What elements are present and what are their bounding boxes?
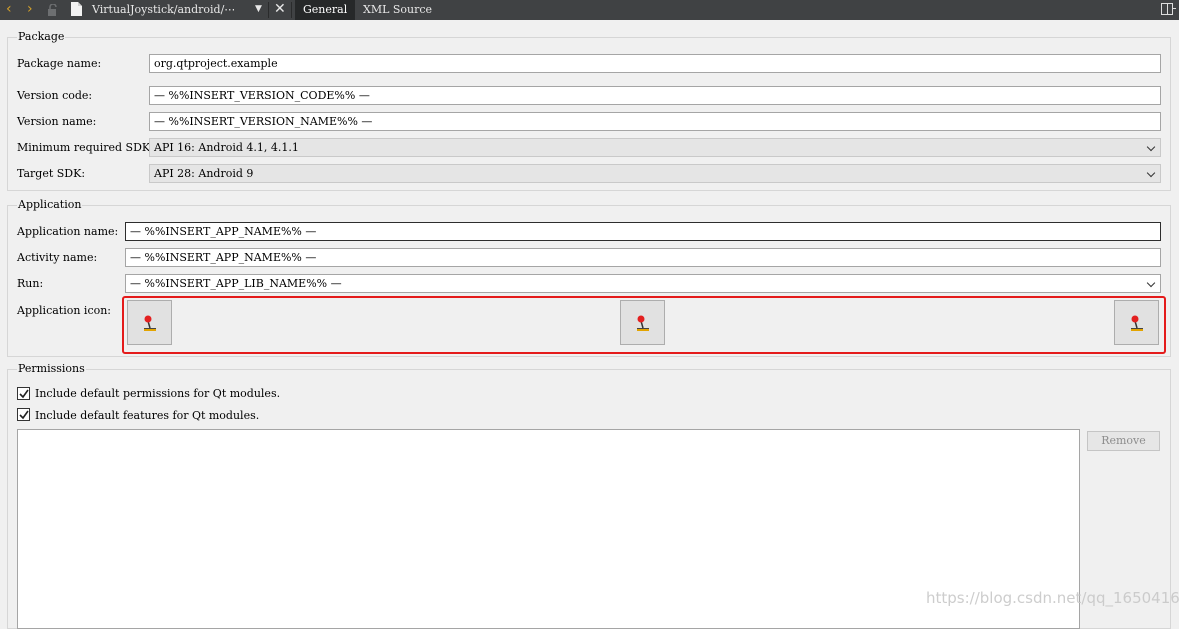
- toolbar-divider: [291, 2, 292, 18]
- checkmark-icon: [19, 389, 29, 399]
- chevron-down-icon: [1146, 278, 1156, 288]
- include-permissions-label[interactable]: Include default permissions for Qt modul…: [35, 387, 280, 401]
- file-icon: [71, 2, 82, 16]
- split-view-icon[interactable]: [1161, 3, 1176, 15]
- package-name-label: Package name:: [17, 57, 102, 70]
- chevron-down-icon[interactable]: ▼: [255, 0, 262, 19]
- lock-icon[interactable]: [47, 4, 59, 16]
- tab-general[interactable]: General: [295, 0, 356, 20]
- min-sdk-select[interactable]: API 16: Android 4.1, 4.1.1: [149, 138, 1161, 157]
- package-name-field[interactable]: org.qtproject.example: [149, 54, 1161, 73]
- forward-icon[interactable]: ›: [27, 0, 33, 20]
- editor-toolbar: ‹ › VirtualJoystick/android/⋯ ▼ ✕ Genera…: [0, 0, 1179, 20]
- tab-xml-source[interactable]: XML Source: [355, 0, 440, 20]
- close-icon[interactable]: ✕: [274, 0, 286, 19]
- watermark-text: https://blog.csdn.net/qq_16504163: [926, 589, 1179, 607]
- activity-name-label: Activity name:: [17, 251, 98, 264]
- version-code-field[interactable]: — %%INSERT_VERSION_CODE%% —: [149, 86, 1161, 105]
- min-sdk-label: Minimum required SDK:: [17, 141, 154, 154]
- highlight-annotation: [122, 296, 1166, 354]
- application-name-label: Application name:: [17, 225, 119, 238]
- include-features-checkbox[interactable]: [17, 408, 30, 421]
- min-sdk-value: API 16: Android 4.1, 4.1.1: [154, 141, 299, 154]
- toolbar-divider: [268, 2, 269, 18]
- run-select[interactable]: — %%INSERT_APP_LIB_NAME%% —: [125, 274, 1161, 293]
- run-value: — %%INSERT_APP_LIB_NAME%% —: [130, 277, 342, 290]
- target-sdk-select[interactable]: API 28: Android 9: [149, 164, 1161, 183]
- application-icon-label: Application icon:: [17, 304, 112, 317]
- target-sdk-value: API 28: Android 9: [154, 167, 254, 180]
- permissions-group-title: Permissions: [17, 362, 86, 376]
- target-sdk-label: Target SDK:: [17, 167, 86, 180]
- permissions-list[interactable]: [17, 429, 1080, 629]
- include-features-label[interactable]: Include default features for Qt modules.: [35, 409, 259, 423]
- document-path[interactable]: VirtualJoystick/android/⋯: [92, 0, 235, 19]
- checkmark-icon: [19, 410, 29, 420]
- version-name-field[interactable]: — %%INSERT_VERSION_NAME%% —: [149, 112, 1161, 131]
- version-name-label: Version name:: [17, 115, 97, 128]
- include-permissions-checkbox[interactable]: [17, 387, 30, 400]
- back-icon[interactable]: ‹: [6, 0, 12, 20]
- chevron-down-icon: [1146, 168, 1156, 178]
- activity-name-field[interactable]: — %%INSERT_APP_NAME%% —: [125, 248, 1161, 267]
- package-group-title: Package: [17, 30, 66, 44]
- application-name-field[interactable]: — %%INSERT_APP_NAME%% —: [125, 222, 1161, 241]
- chevron-down-icon: [1146, 142, 1156, 152]
- application-group-title: Application: [17, 198, 83, 212]
- version-code-label: Version code:: [17, 89, 93, 102]
- run-label: Run:: [17, 277, 44, 290]
- remove-button[interactable]: Remove: [1087, 431, 1160, 451]
